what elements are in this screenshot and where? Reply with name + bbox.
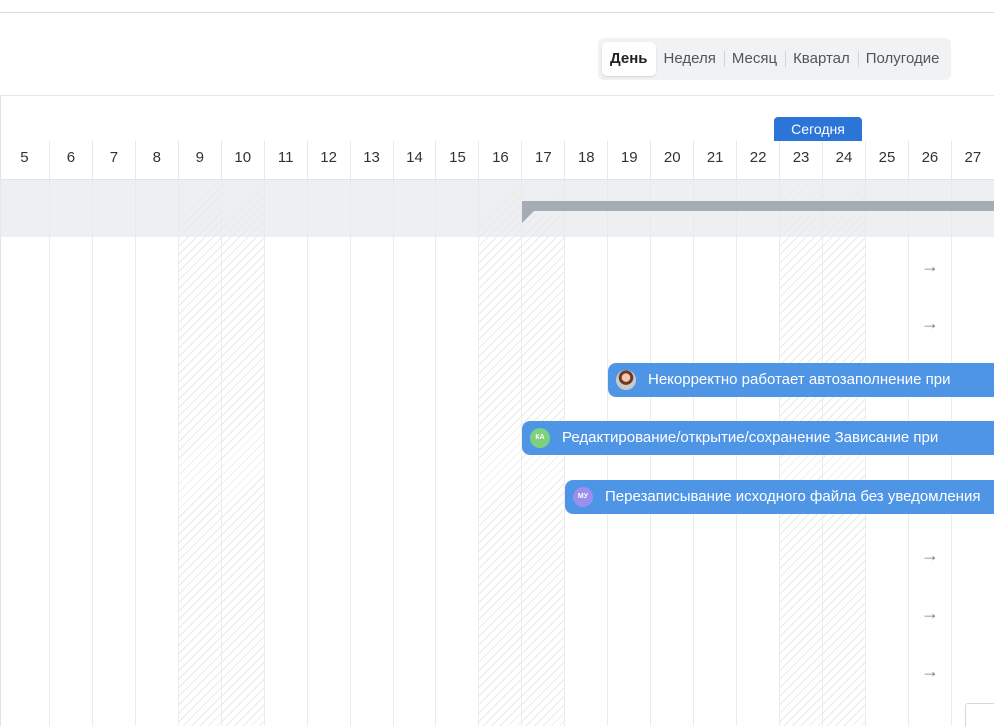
day-column [437, 179, 480, 726]
user-avatar [616, 370, 636, 390]
day-header-cell: 17 [522, 141, 566, 179]
day-header-cell: 14 [394, 141, 437, 179]
scroll-corner-button[interactable] [965, 703, 994, 727]
day-column [479, 179, 523, 726]
day-header-cell: 27 [952, 141, 994, 179]
arrow-right-icon[interactable]: → [918, 313, 942, 334]
arrow-right-icon[interactable]: → [918, 661, 942, 682]
day-header-cell: 16 [479, 141, 523, 179]
day-header-cell: 9 [179, 141, 222, 179]
day-column [265, 179, 308, 726]
day-header-cell: 22 [737, 141, 781, 179]
day-header-cell: 18 [565, 141, 609, 179]
day-header-cell: 8 [136, 141, 179, 179]
day-header-cell: 13 [351, 141, 394, 179]
gantt-toolbar: День Неделя Месяц Квартал Полугодие [0, 13, 994, 96]
day-column [351, 179, 394, 726]
day-column [308, 179, 351, 726]
summary-task-bar[interactable] [522, 201, 994, 211]
day-header-cell: 19 [608, 141, 652, 179]
day-column [178, 179, 222, 726]
day-header-cell: 7 [93, 141, 136, 179]
view-week-button[interactable]: Неделя [656, 42, 724, 76]
days-header: 5 6 7 8 9 10 11 12 13 14 15 16 17 18 19 20 21 22 23 24 25 26 2… [0, 141, 994, 180]
day-header-cell: 26 [909, 141, 952, 179]
task-title: Редактирование/открытие/сохранение Завис… [562, 429, 939, 446]
task-title: Перезаписывание исходного файла без увед… [605, 488, 981, 505]
day-header-cell: 10 [222, 141, 265, 179]
view-day-button[interactable]: День [602, 42, 656, 76]
view-month-button[interactable]: Месяц [723, 42, 785, 76]
task-title: Некорректно работает автозаполнение при [648, 371, 951, 388]
arrow-right-icon[interactable]: → [918, 603, 942, 624]
summary-task-bar-start [522, 211, 534, 223]
day-header-cell: 24 [823, 141, 866, 179]
day-header-cell: 23 [780, 141, 824, 179]
day-header-cell: 20 [651, 141, 695, 179]
arrow-right-icon[interactable]: → [918, 256, 942, 277]
day-header-cell: 21 [694, 141, 738, 179]
user-avatar: МУ [573, 487, 593, 507]
task-bar[interactable]: Некорректно работает автозаполнение при [608, 363, 994, 397]
view-scale-switch: День Неделя Месяц Квартал Полугодие [598, 38, 952, 80]
task-bar[interactable]: КА Редактирование/открытие/сохранение За… [522, 421, 994, 455]
day-header-cell: 11 [265, 141, 308, 179]
day-header-cell: 15 [437, 141, 480, 179]
view-quarter-button[interactable]: Квартал [785, 42, 858, 76]
day-header-cell: 25 [866, 141, 909, 179]
day-header-cell: 5 [0, 141, 50, 179]
arrow-right-icon[interactable]: → [918, 545, 942, 566]
view-halfyear-button[interactable]: Полугодие [857, 42, 948, 76]
day-column [394, 179, 437, 726]
day-column [50, 179, 93, 726]
user-avatar: КА [530, 428, 550, 448]
day-header-cell: 6 [50, 141, 93, 179]
day-column [0, 179, 50, 726]
day-column [221, 179, 265, 726]
task-bar[interactable]: МУ Перезаписывание исходного файла без у… [565, 480, 994, 514]
day-header-cell: 12 [308, 141, 351, 179]
day-column [136, 179, 179, 726]
today-marker: Сегодня [774, 117, 862, 141]
day-column [93, 179, 136, 726]
